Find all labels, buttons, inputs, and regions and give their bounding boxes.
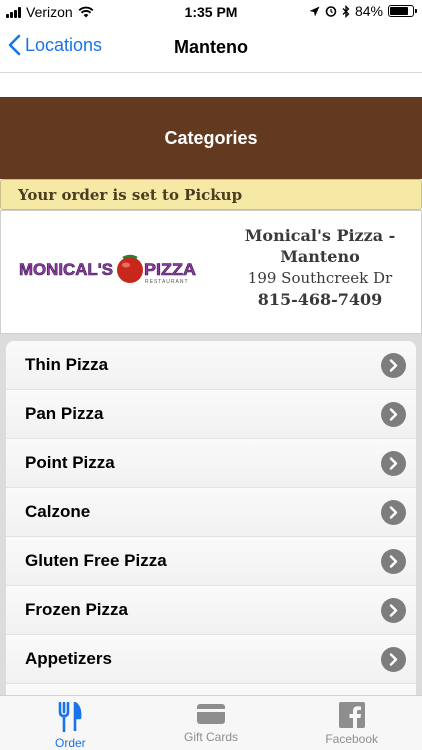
category-item[interactable]: Point Pizza bbox=[6, 439, 416, 488]
tab-bar: Order Gift Cards Facebook bbox=[0, 695, 422, 750]
category-list-container: Thin Pizza Pan Pizza Point Pizza Calzone Glu… bbox=[0, 334, 422, 695]
tab-label: Order bbox=[54, 736, 86, 750]
store-phone[interactable]: 815-468-7409 bbox=[237, 290, 403, 309]
category-label: Thin Pizza bbox=[25, 355, 109, 374]
category-label: Gluten Free Pizza bbox=[25, 551, 167, 570]
category-item[interactable]: Frozen Pizza bbox=[6, 586, 416, 635]
svg-text:MONICAL'S: MONICAL'S bbox=[19, 260, 113, 279]
chevron-right-icon bbox=[381, 352, 406, 378]
gift-card-icon bbox=[197, 704, 225, 724]
battery-percent: 84% bbox=[354, 3, 383, 19]
category-label: Frozen Pizza bbox=[25, 600, 128, 619]
store-info: Monical's Pizza - Manteno 199 Southcreek… bbox=[237, 225, 403, 309]
chevron-right-icon bbox=[381, 401, 406, 427]
store-name: Monical's Pizza - Manteno bbox=[244, 226, 396, 266]
tab-label: Gift Cards bbox=[184, 730, 239, 744]
page-title: Manteno bbox=[174, 37, 248, 57]
monicals-pizza-logo: MONICAL'S PIZZA RESTAURANT bbox=[19, 254, 196, 285]
category-item[interactable]: Appetizers bbox=[6, 635, 416, 684]
chevron-right-icon bbox=[381, 450, 406, 476]
chevron-right-icon bbox=[381, 499, 406, 525]
chevron-right-icon bbox=[381, 597, 406, 623]
tab-label: Facebook bbox=[325, 732, 379, 746]
category-label: Point Pizza bbox=[25, 453, 115, 472]
category-item[interactable]: Gluten Free Pizza bbox=[6, 537, 416, 586]
category-label: Appetizers bbox=[25, 649, 112, 668]
category-item[interactable]: Pan Pizza bbox=[6, 390, 416, 439]
category-list: Thin Pizza Pan Pizza Point Pizza Calzone Glu… bbox=[6, 341, 416, 695]
bluetooth-icon bbox=[342, 4, 350, 18]
fork-knife-icon bbox=[59, 702, 82, 732]
svg-text:RESTAURANT: RESTAURANT bbox=[145, 279, 189, 285]
navigation-bar: Locations Manteno bbox=[0, 24, 422, 73]
alarm-icon bbox=[325, 6, 337, 17]
category-item[interactable]: Thin Pizza bbox=[6, 341, 416, 390]
store-card: MONICAL'S PIZZA RESTAURANT Monical's Piz… bbox=[0, 210, 422, 334]
category-item[interactable]: Calzone bbox=[6, 488, 416, 537]
tab-facebook[interactable]: Facebook bbox=[281, 696, 422, 750]
status-bar: Verizon 1:35 PM 84% bbox=[0, 0, 422, 24]
tab-order[interactable]: Order bbox=[0, 696, 141, 750]
chevron-right-icon bbox=[381, 548, 406, 574]
store-address: 199 Southcreek Dr bbox=[247, 269, 393, 287]
category-item[interactable] bbox=[6, 684, 416, 695]
location-arrow-icon bbox=[309, 6, 320, 16]
chevron-right-icon bbox=[381, 646, 406, 672]
facebook-icon bbox=[338, 702, 365, 728]
svg-text:PIZZA: PIZZA bbox=[144, 260, 196, 279]
category-label: Calzone bbox=[25, 502, 91, 521]
pickup-banner[interactable]: Your order is set to Pickup bbox=[0, 179, 422, 210]
battery-icon bbox=[388, 5, 417, 17]
categories-header: Categories bbox=[0, 97, 422, 179]
tab-gift-cards[interactable]: Gift Cards bbox=[141, 696, 282, 750]
category-label: Pan Pizza bbox=[25, 404, 104, 423]
